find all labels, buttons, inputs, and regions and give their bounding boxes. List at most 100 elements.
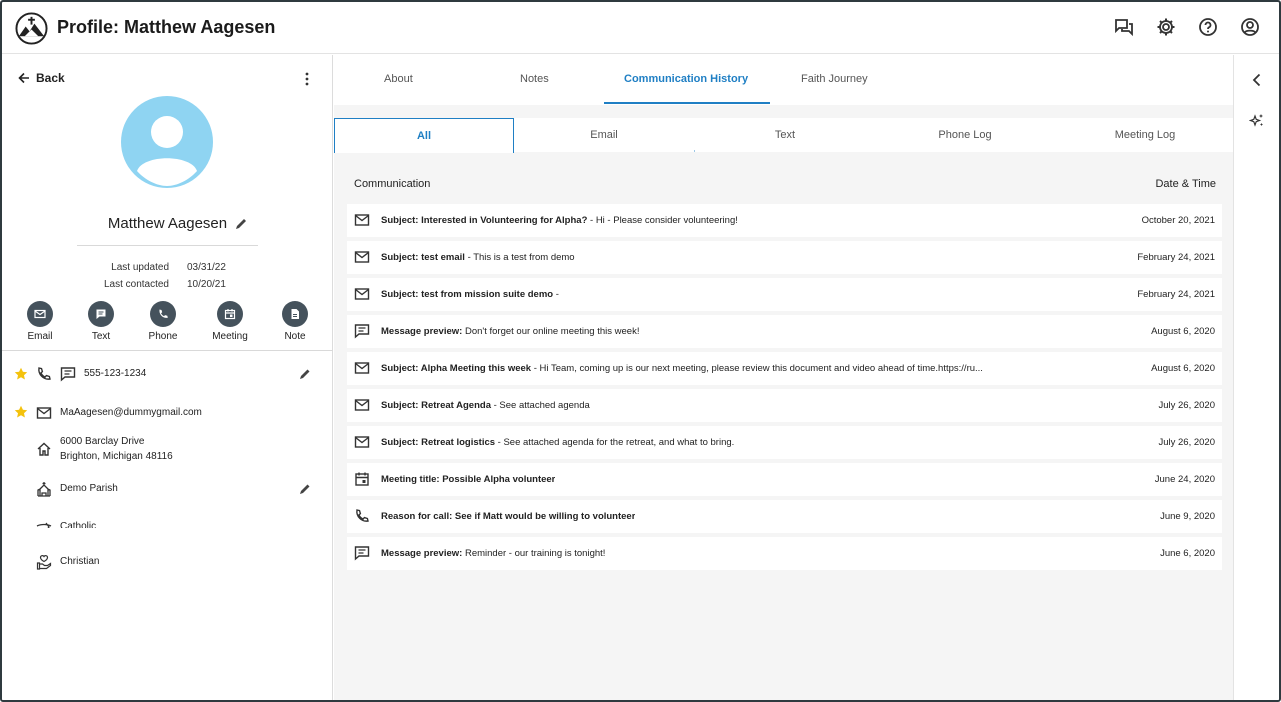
email-icon (354, 214, 370, 226)
phone-action-button[interactable]: Phone (138, 301, 188, 342)
divider (2, 350, 333, 351)
chevron-left-icon[interactable] (1249, 72, 1265, 88)
email-icon (354, 436, 370, 448)
edit-name-icon[interactable] (233, 216, 249, 232)
row-preview: - See attached agenda (490, 400, 590, 411)
row-title: Meeting title: Possible Alpha volunteer (381, 474, 556, 485)
home-icon (37, 442, 51, 456)
last-updated-value: 03/31/22 (187, 262, 226, 273)
text-action-button[interactable]: Text (76, 301, 126, 342)
phone-number: 555-123-1234 (84, 368, 147, 379)
star-icon[interactable] (14, 367, 28, 381)
meeting-action-button[interactable]: Meeting (205, 301, 255, 342)
message-icon[interactable] (60, 366, 76, 382)
subtab-all[interactable]: All (334, 118, 514, 153)
row-title: Message preview: (381, 326, 463, 337)
row-preview: Reminder - our training is tonight! (462, 548, 606, 559)
note-action-button[interactable]: Note (270, 301, 320, 342)
back-button[interactable]: Back (18, 71, 65, 85)
cross-icon (36, 522, 52, 528)
list-item[interactable]: Subject: Retreat Agenda - See attached a… (347, 389, 1222, 422)
list-item[interactable]: Subject: Retreat logistics - See attache… (347, 426, 1222, 459)
phone-icon (356, 509, 369, 522)
star-icon[interactable] (14, 405, 28, 419)
row-date: June 9, 2020 (1160, 511, 1215, 522)
row-title: Subject: test from mission suite demo (381, 289, 554, 300)
phone-icon (159, 309, 168, 318)
tab-notes[interactable]: Notes (520, 73, 549, 85)
subtab-text[interactable]: Text (695, 118, 875, 152)
settings-icon[interactable] (1155, 16, 1177, 38)
church-icon (37, 482, 51, 497)
row-date: February 24, 2021 (1137, 252, 1215, 263)
communication-subtabs: All Email Text Phone Log Meeting Log (334, 118, 1236, 153)
subtab-meeting-log[interactable]: Meeting Log (1055, 118, 1235, 152)
text-icon (96, 309, 106, 319)
email-action-button[interactable]: Email (15, 301, 65, 342)
list-item[interactable]: Message preview: Don't forget our online… (347, 315, 1222, 348)
page-title: Profile: Matthew Aagesen (57, 17, 276, 37)
denomination-row: Catholic (2, 519, 333, 528)
main-content: About Notes Communication History Faith … (334, 55, 1236, 700)
message-icon (354, 324, 370, 339)
chat-icon[interactable] (1113, 16, 1135, 38)
email-icon[interactable] (36, 405, 52, 421)
top-bar: Profile: Matthew Aagesen (2, 2, 1279, 54)
list-item[interactable]: Subject: Alpha Meeting this week - Hi Te… (347, 352, 1222, 385)
calendar-icon (224, 309, 236, 320)
denomination: Catholic (60, 521, 97, 528)
row-title: Subject: Retreat Agenda (381, 400, 491, 411)
app-logo-icon (15, 12, 48, 45)
tab-about[interactable]: About (384, 73, 413, 85)
column-communication: Communication (354, 178, 431, 190)
back-label: Back (36, 71, 65, 85)
row-preview: - Hi Team, coming up is our next meeting… (531, 363, 983, 374)
row-date: July 26, 2020 (1158, 400, 1215, 411)
row-title: Subject: test email (381, 252, 465, 263)
row-preview: - (553, 289, 559, 300)
quick-actions: Email Text Phone Meeting Note (2, 301, 333, 347)
row-date: July 26, 2020 (1158, 437, 1215, 448)
phone-icon[interactable] (36, 366, 52, 382)
edit-parish-icon[interactable] (298, 482, 312, 496)
message-icon (354, 546, 370, 561)
right-rail (1233, 55, 1279, 700)
subtab-phone-log[interactable]: Phone Log (875, 118, 1055, 152)
last-updated-label: Last updated (111, 262, 169, 273)
list-item[interactable]: Subject: test email - This is a test fro… (347, 241, 1222, 274)
list-item[interactable]: Subject: test from mission suite demo - … (347, 278, 1222, 311)
profile-panel: Back Matthew Aagesen Last updated 03/31/… (2, 55, 333, 700)
list-item[interactable]: Subject: Interested in Volunteering for … (347, 204, 1222, 237)
faith: Christian (60, 556, 100, 567)
row-title: Subject: Interested in Volunteering for … (381, 215, 588, 226)
row-title: Subject: Alpha Meeting this week (381, 363, 532, 374)
row-preview: - See attached agenda for the retreat, a… (495, 437, 735, 448)
row-date: August 6, 2020 (1151, 363, 1215, 374)
list-item[interactable]: Meeting title: Possible Alpha volunteer … (347, 463, 1222, 496)
row-title: Reason for call: See if Matt would be wi… (381, 511, 636, 522)
row-title: Subject: Retreat logistics (381, 437, 496, 448)
edit-phone-icon[interactable] (298, 367, 312, 381)
sparkle-icon[interactable] (1249, 113, 1265, 129)
list-item[interactable]: Reason for call: See if Matt would be wi… (347, 500, 1222, 533)
hand-heart-icon (36, 555, 52, 570)
profile-tabs: About Notes Communication History Faith … (334, 55, 1236, 105)
account-icon[interactable] (1239, 16, 1261, 38)
row-preview: - This is a test from demo (464, 252, 575, 263)
tab-faith-journey[interactable]: Faith Journey (801, 73, 868, 85)
column-date-time: Date & Time (1155, 178, 1216, 190)
subtab-email[interactable]: Email (514, 118, 694, 152)
tab-communication-history[interactable]: Communication History (624, 73, 748, 85)
last-contacted-label: Last contacted (103, 279, 169, 290)
note-icon (291, 309, 299, 319)
help-icon[interactable] (1197, 16, 1219, 38)
email-icon (354, 362, 370, 374)
row-preview: - Hi - Please consider volunteering! (587, 215, 738, 226)
parish-name: Demo Parish (60, 483, 118, 494)
last-contacted-value: 10/20/21 (187, 279, 226, 290)
row-date: February 24, 2021 (1137, 289, 1215, 300)
email-icon (354, 251, 370, 263)
person-name: Matthew Aagesen (107, 215, 228, 232)
more-options-icon[interactable] (302, 71, 312, 87)
list-item[interactable]: Message preview: Reminder - our training… (347, 537, 1222, 570)
